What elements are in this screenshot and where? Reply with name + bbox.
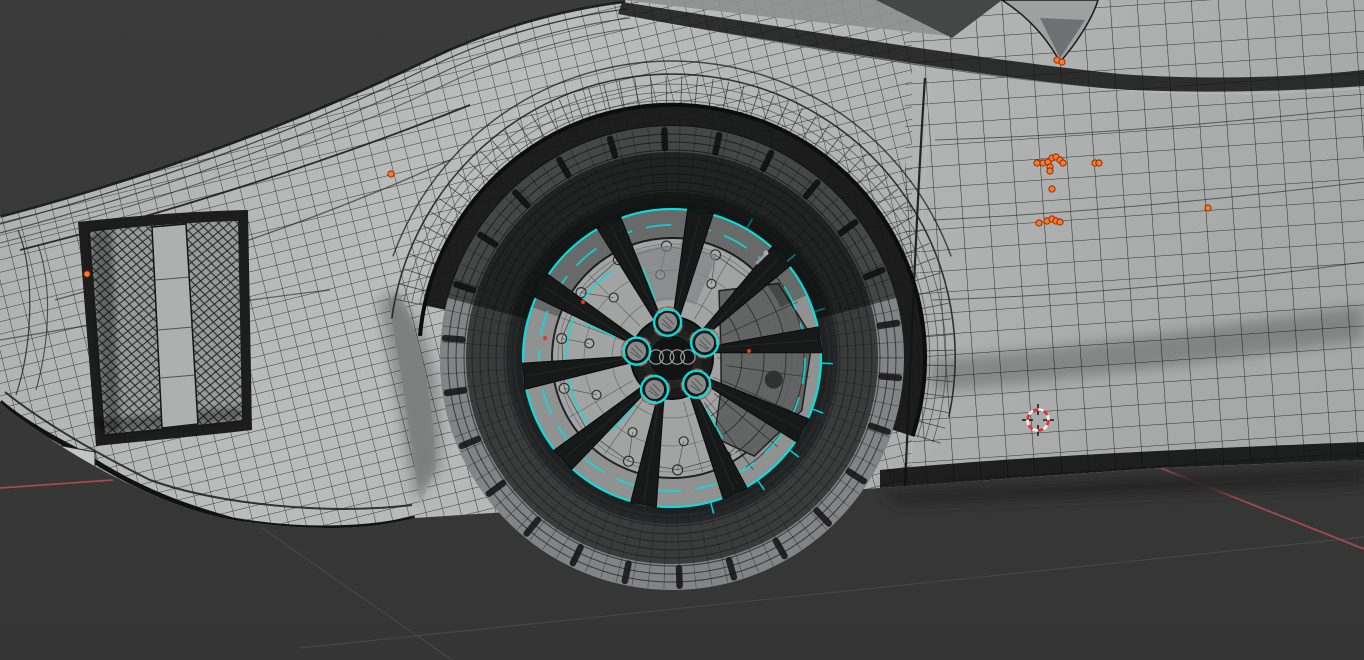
selected-vertex[interactable] [83, 270, 91, 278]
selected-vertex[interactable] [387, 170, 395, 178]
active-edge-tick [747, 349, 751, 353]
tread-slot [675, 564, 683, 589]
blender-3d-viewport[interactable] [0, 0, 1364, 660]
selected-vertex[interactable] [1204, 204, 1212, 212]
selected-vertex[interactable] [1046, 167, 1054, 175]
selected-vertex[interactable] [1035, 219, 1043, 227]
active-edge-tick [581, 300, 585, 304]
selected-vertex[interactable] [1059, 159, 1067, 167]
selected-vertex[interactable] [1058, 58, 1066, 66]
viewport-canvas[interactable] [0, 0, 1364, 660]
active-edge-tick [543, 336, 547, 340]
selected-vertex[interactable] [1056, 218, 1064, 226]
selected-vertex[interactable] [1095, 159, 1103, 167]
selected-vertex[interactable] [1033, 159, 1041, 167]
selected-vertex[interactable] [1048, 185, 1056, 193]
